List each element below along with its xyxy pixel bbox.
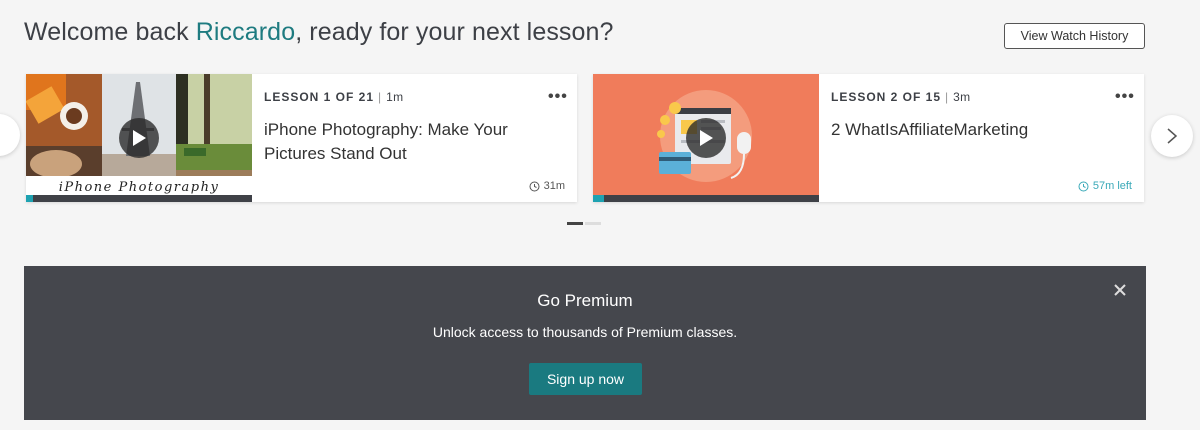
more-options-icon[interactable]: ••• <box>1115 88 1135 106</box>
premium-title: Go Premium <box>537 291 633 310</box>
more-options-icon[interactable]: ••• <box>548 88 568 106</box>
lesson-card[interactable]: iPhone Photography LESSON 1 OF 21 | 1m •••… <box>26 74 577 202</box>
close-icon[interactable] <box>1112 282 1128 298</box>
carousel-next-button[interactable] <box>1151 115 1193 157</box>
chevron-right-icon <box>1167 128 1178 144</box>
lesson-title[interactable]: 2 WhatIsAffiliateMarketing <box>831 118 1121 142</box>
welcome-heading: Welcome back Riccardo, ready for your ne… <box>24 18 614 47</box>
lesson-title[interactable]: iPhone Photography: Make Your Pictures S… <box>264 118 554 166</box>
lesson-meta: LESSON 2 OF 15 | 3m <box>831 90 971 104</box>
lesson-duration: 3m <box>953 90 971 104</box>
lesson-thumbnail[interactable]: iPhone Photography <box>26 74 252 202</box>
lesson-progress-fill <box>593 195 605 202</box>
carousel-page-indicator[interactable] <box>585 222 601 225</box>
sign-up-button[interactable]: Sign up now <box>529 363 642 395</box>
lesson-duration: 1m <box>386 90 404 104</box>
time-remaining: 31m <box>543 180 565 192</box>
lesson-progress-fill <box>26 195 33 202</box>
lesson-meta: LESSON 1 OF 21 | 1m <box>264 90 404 104</box>
thumbnail-caption: iPhone Photography <box>59 180 220 195</box>
greeting-suffix: , ready for your next lesson? <box>295 18 614 46</box>
view-watch-history-button[interactable]: View Watch History <box>1004 23 1145 49</box>
time-indicator: 57m left <box>1078 180 1132 192</box>
carousel-pagination <box>567 222 601 225</box>
clock-icon <box>529 181 540 191</box>
premium-subtitle: Unlock access to thousands of Premium cl… <box>432 324 738 340</box>
play-icon[interactable] <box>119 118 159 158</box>
lesson-number: LESSON 1 OF 21 <box>264 90 375 104</box>
greeting-prefix: Welcome back <box>24 18 196 46</box>
carousel-prev-button[interactable] <box>0 114 20 156</box>
time-indicator: 31m <box>529 180 565 192</box>
play-icon[interactable] <box>686 118 726 158</box>
lesson-progress-track <box>26 195 252 202</box>
premium-banner: Go Premium Unlock access to thousands of… <box>24 266 1146 420</box>
lesson-thumbnail[interactable] <box>593 74 819 202</box>
clock-icon <box>1078 181 1089 191</box>
lesson-progress-track <box>593 195 819 202</box>
lesson-card[interactable]: LESSON 2 OF 15 | 3m ••• 2 WhatIsAffiliateM… <box>593 74 1144 202</box>
user-name: Riccardo <box>195 18 296 46</box>
carousel-page-indicator[interactable] <box>567 222 583 225</box>
lesson-number: LESSON 2 OF 15 <box>831 90 942 104</box>
time-remaining: 57m left <box>1092 180 1132 192</box>
